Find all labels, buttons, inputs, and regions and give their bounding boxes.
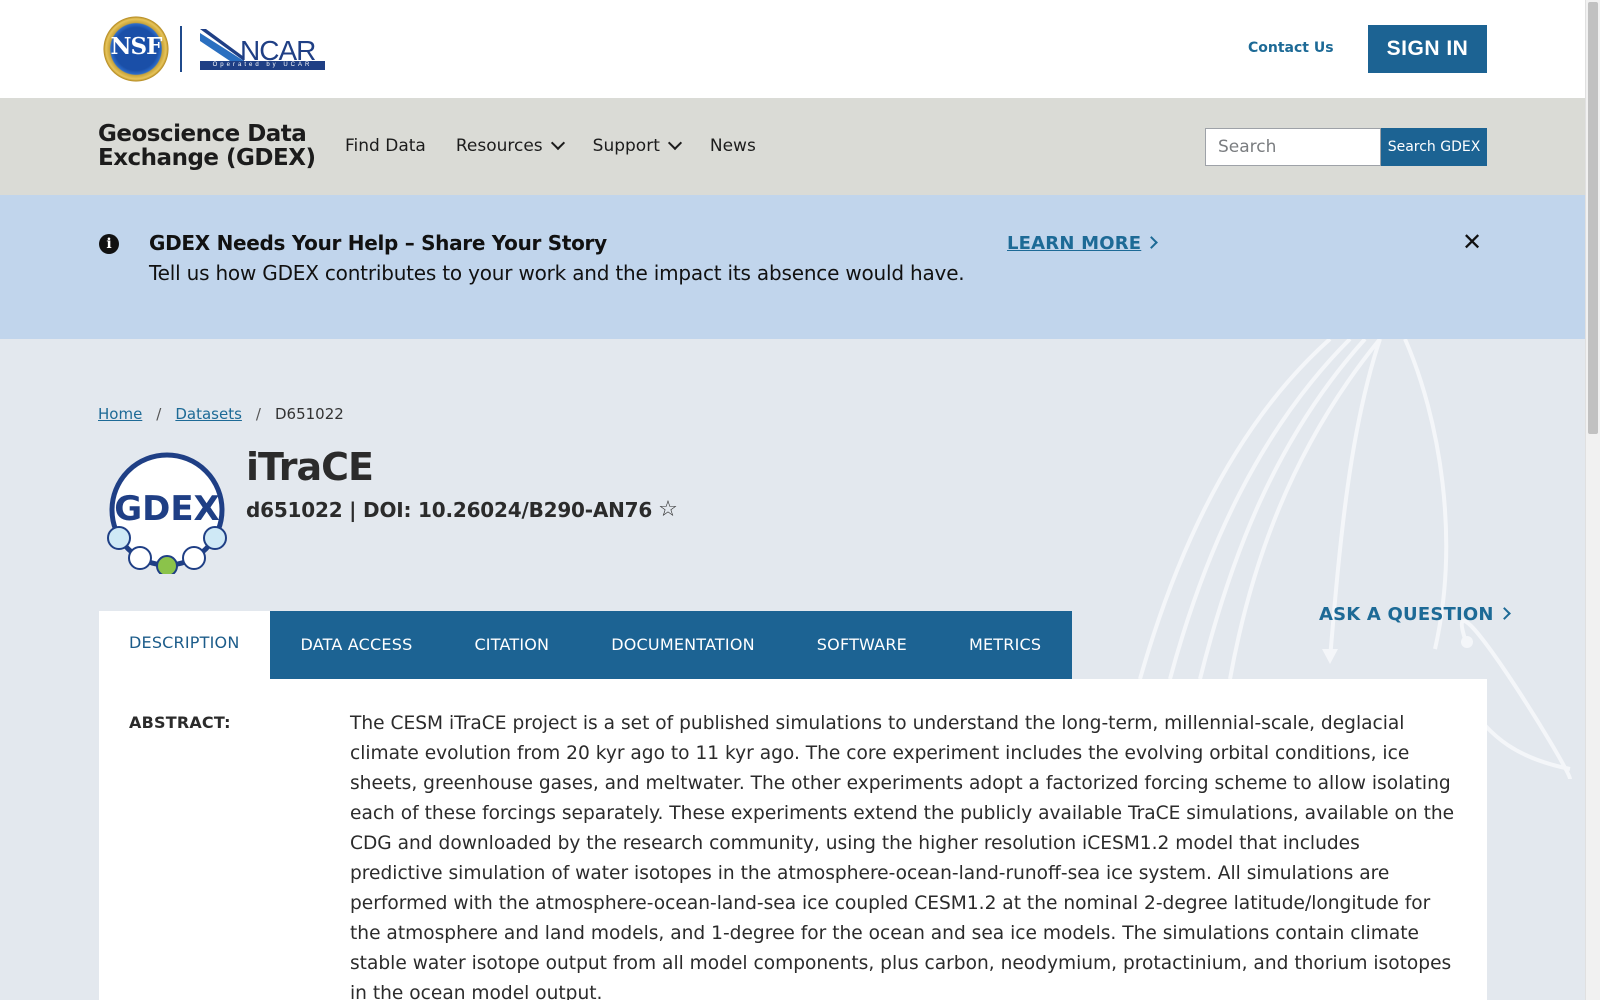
- breadcrumb-separator: /: [156, 405, 162, 423]
- chevron-right-icon: [1497, 607, 1511, 620]
- search-button[interactable]: Search GDEX: [1381, 128, 1487, 166]
- page-scrollbar[interactable]: [1585, 0, 1600, 1000]
- breadcrumb: Home / Datasets / D651022: [98, 405, 344, 423]
- tab-documentation[interactable]: DOCUMENTATION: [580, 611, 786, 679]
- abstract-text: The CESM iTraCE project is a set of publ…: [350, 713, 1455, 1000]
- description-panel: ABSTRACT: The CESM iTraCE project is a s…: [99, 679, 1487, 1000]
- dataset-main: Home / Datasets / D651022 GDEX iTraCE d6…: [0, 339, 1585, 1000]
- tab-citation[interactable]: CITATION: [443, 611, 581, 679]
- logo-divider: [180, 26, 182, 72]
- main-nav: Find Data Resources Support News: [345, 135, 786, 156]
- tab-data-access[interactable]: DATA ACCESS: [269, 611, 444, 679]
- chevron-down-icon: [667, 135, 682, 151]
- tab-description[interactable]: DESCRIPTION: [99, 611, 270, 679]
- gdex-logo-text: GDEX: [114, 489, 220, 529]
- contact-us-link[interactable]: Contact Us: [1248, 40, 1334, 56]
- breadcrumb-separator: /: [255, 405, 261, 423]
- alert-body: Tell us how GDEX contributes to your wor…: [149, 261, 965, 285]
- ncar-logo[interactable]: NCAR Operated by UCAR: [200, 27, 325, 71]
- nav-item-label: Resources: [455, 136, 543, 156]
- tab-metrics[interactable]: METRICS: [937, 611, 1073, 679]
- nav-item-label: News: [709, 136, 756, 156]
- nav-item-label: Find Data: [345, 136, 426, 156]
- nsf-logo[interactable]: NSF: [98, 11, 174, 87]
- top-bar: NSF NCAR Operated by UCAR Contact Us SIG…: [0, 0, 1585, 98]
- star-icon[interactable]: ☆: [658, 497, 678, 522]
- nav-bar: Geoscience Data Exchange (GDEX) Find Dat…: [0, 98, 1585, 195]
- search-input[interactable]: [1205, 128, 1381, 166]
- ask-question-link[interactable]: ASK A QUESTION: [1319, 604, 1511, 625]
- breadcrumb-current: D651022: [274, 405, 344, 423]
- logo-group: NSF NCAR Operated by UCAR: [98, 11, 325, 87]
- scrollbar-thumb[interactable]: [1588, 2, 1598, 434]
- alert-title: GDEX Needs Your Help – Share Your Story: [149, 231, 607, 255]
- nav-item-support[interactable]: Support: [592, 135, 682, 156]
- site-title-line1: Geoscience Data: [98, 121, 307, 147]
- learn-more-label: LEARN MORE: [1007, 233, 1142, 254]
- info-icon: i: [99, 234, 119, 254]
- abstract-label: ABSTRACT:: [129, 713, 231, 732]
- close-icon[interactable]: ✕: [1462, 228, 1482, 256]
- chevron-right-icon: [1145, 236, 1159, 249]
- nav-item-resources[interactable]: Resources: [455, 135, 565, 156]
- breadcrumb-datasets-link[interactable]: Datasets: [175, 405, 242, 423]
- dataset-tabs: DESCRIPTION DATA ACCESS CITATION DOCUMEN…: [99, 611, 1073, 679]
- site-title[interactable]: Geoscience Data Exchange (GDEX): [98, 121, 316, 171]
- chevron-down-icon: [550, 135, 565, 151]
- nav-item-label: Support: [592, 136, 660, 156]
- sign-in-button[interactable]: SIGN IN: [1368, 25, 1487, 73]
- nav-item-news[interactable]: News: [710, 136, 756, 156]
- ncar-swoosh-icon: [200, 29, 244, 61]
- breadcrumb-home-link[interactable]: Home: [98, 405, 142, 423]
- ncar-logo-subtitle: Operated by UCAR: [200, 61, 325, 70]
- alert-banner: i GDEX Needs Your Help – Share Your Stor…: [0, 195, 1585, 339]
- dataset-title: iTraCE: [246, 445, 374, 489]
- nav-item-find-data[interactable]: Find Data: [345, 136, 426, 156]
- tab-software[interactable]: SOFTWARE: [785, 611, 938, 679]
- gdex-dataset-logo: GDEX: [107, 452, 227, 574]
- nsf-logo-text: NSF: [110, 33, 163, 60]
- learn-more-link[interactable]: LEARN MORE: [1007, 233, 1159, 254]
- ask-question-label: ASK A QUESTION: [1319, 604, 1494, 625]
- dataset-subtitle: d651022 | DOI: 10.26024/B290-AN76 ☆: [246, 497, 678, 522]
- site-title-line2: Exchange (GDEX): [98, 145, 316, 171]
- dataset-doi: d651022 | DOI: 10.26024/B290-AN76: [246, 497, 653, 522]
